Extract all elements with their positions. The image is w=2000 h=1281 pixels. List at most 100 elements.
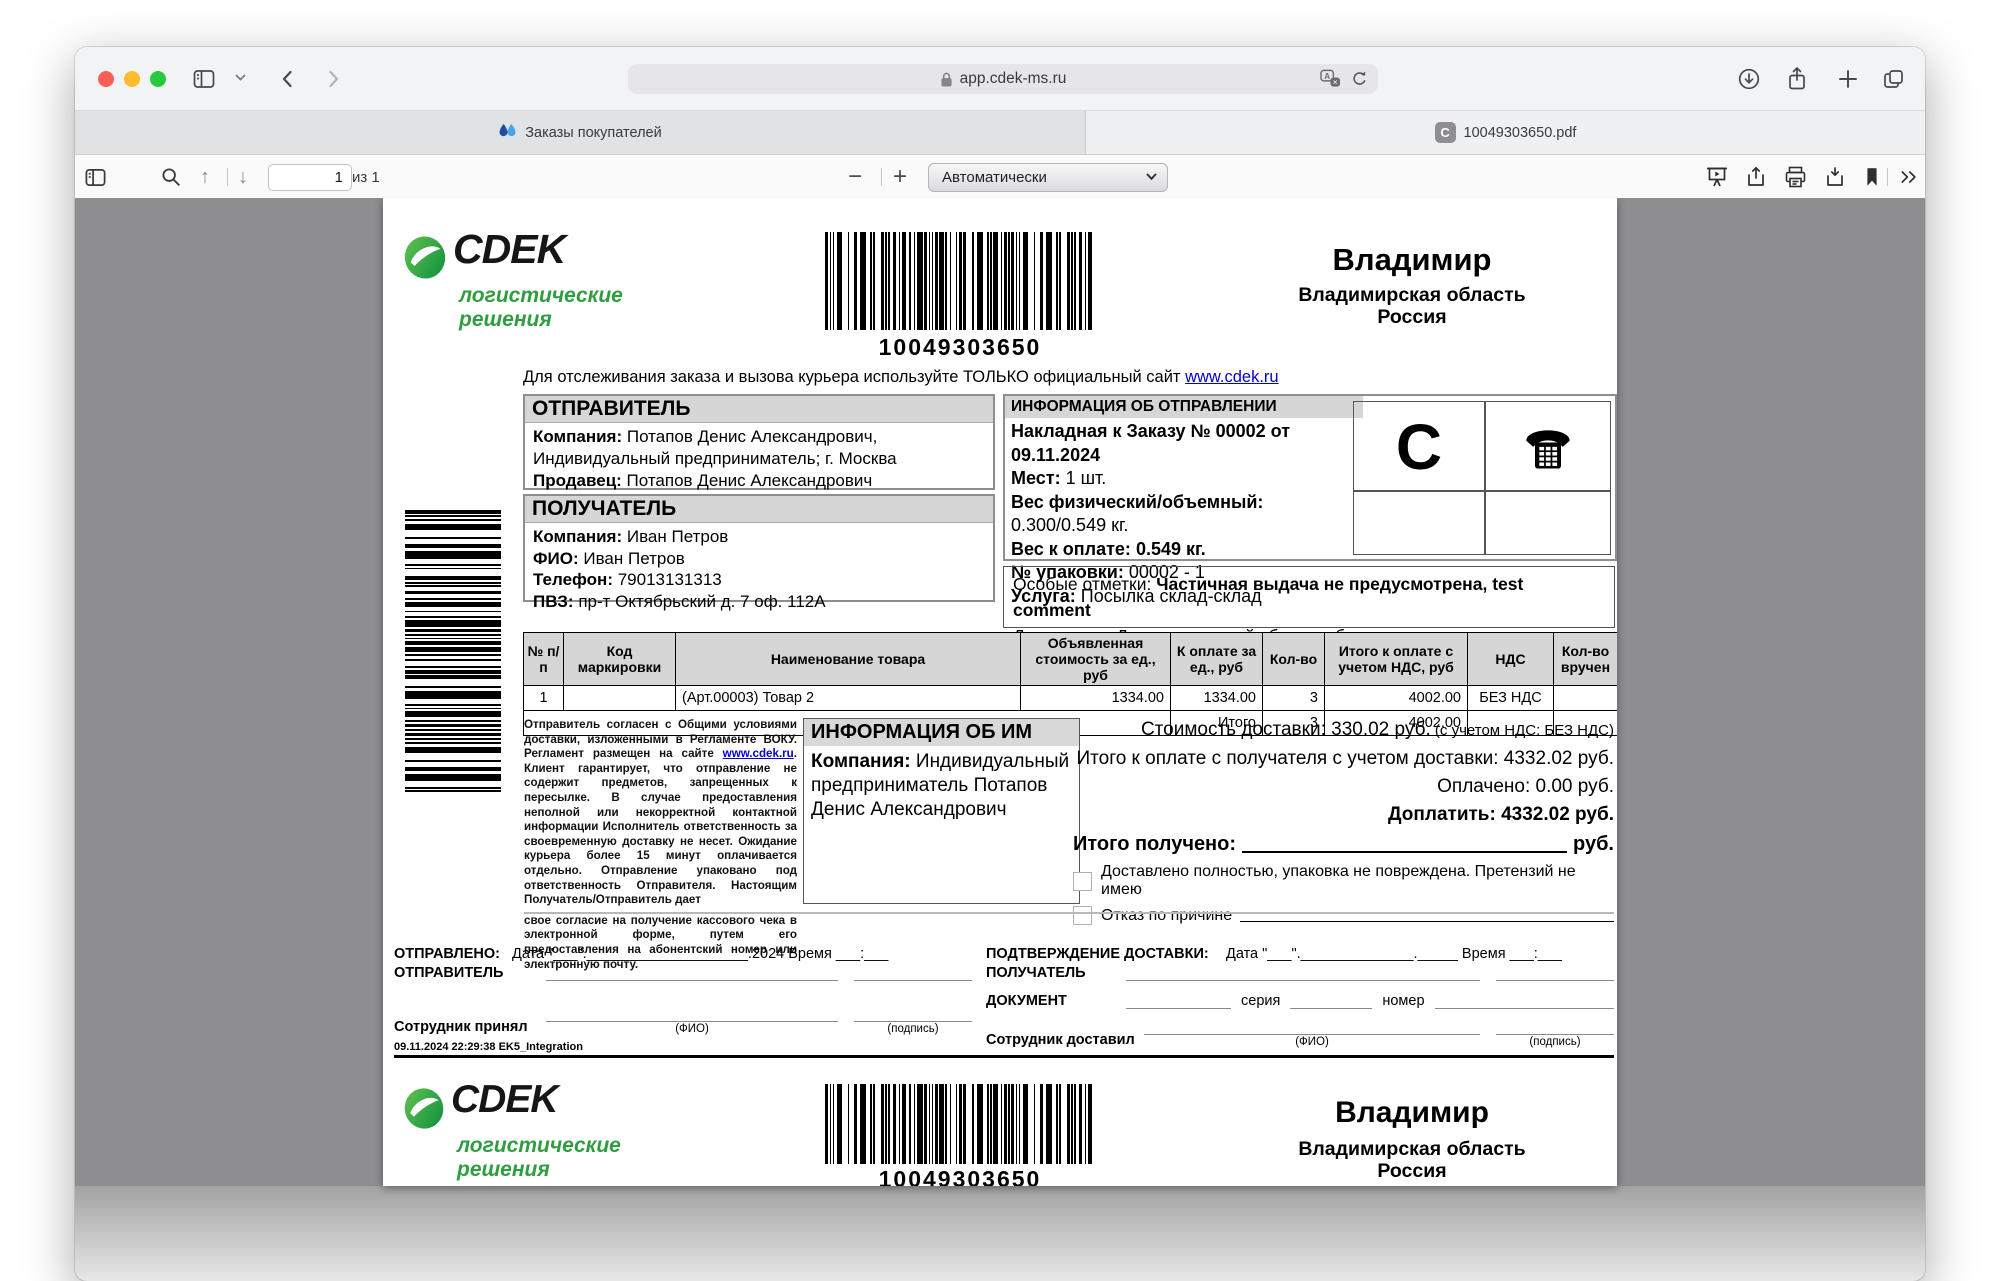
url-text: app.cdek-ms.ru: [960, 70, 1067, 88]
delivery-cost: Стоимость доставки: 330.02 руб.: [1141, 719, 1431, 740]
delivered-checkbox: [1073, 872, 1092, 891]
sidebar-toggle-button[interactable]: [192, 67, 216, 91]
destination-city: Владимир: [1262, 242, 1562, 278]
cdek-brand-text: CDEK: [453, 226, 565, 273]
paid-amount: Оплачено: 0.00 руб.: [1073, 773, 1614, 801]
destination-region: Владимирская область: [1262, 284, 1562, 306]
zoom-mode-value: Автоматически: [942, 169, 1047, 186]
tab-orders[interactable]: Заказы покупателей: [75, 111, 1085, 154]
cdek-logo-icon: [402, 234, 448, 286]
forward-button[interactable]: [322, 66, 344, 92]
payment-summary: Стоимость доставки: 330.02 руб. (с учето…: [1073, 716, 1614, 925]
more-tools-button[interactable]: [1898, 155, 1920, 199]
close-window-button[interactable]: [98, 71, 114, 87]
receiver-rows: Компания: Иван ПетровФИО: Иван ПетровТел…: [525, 523, 993, 615]
info-row: Вес к оплате: 0.549 кг.: [1011, 538, 1359, 562]
tracking-number: 10049303650: [825, 334, 1095, 361]
chevron-down-icon: [1146, 173, 1157, 181]
sidebar-chevron-down-icon[interactable]: [235, 74, 246, 82]
refusal-checkbox: [1073, 906, 1092, 925]
print-button[interactable]: [1783, 155, 1808, 199]
sender-box: ОТПРАВИТЕЛЬ Компания: Потапов Денис Алек…: [523, 394, 995, 490]
pdf-favicon-icon: C: [1435, 122, 1456, 143]
side-barcode: [405, 510, 501, 792]
cargo-mark-grid: C: [1353, 401, 1611, 555]
tab-orders-label: Заказы покупателей: [525, 125, 661, 141]
save-file-button[interactable]: [1823, 155, 1847, 199]
open-file-button[interactable]: [1744, 155, 1768, 199]
address-bar[interactable]: app.cdek-ms.ru A✕: [628, 64, 1378, 94]
generation-stamp: 09.11.2024 22:29:38 EK5_Integration: [394, 1041, 583, 1053]
info-row: Вес физический/объемный: 0.300/0.549 кг.: [1011, 491, 1359, 538]
zoom-window-button[interactable]: [150, 71, 166, 87]
presentation-mode-button[interactable]: [1705, 155, 1729, 199]
total-with-delivery: Итого к оплате с получателя с учетом дос…: [1073, 745, 1614, 773]
destination-block: Владимир Владимирская область Россия: [1262, 242, 1562, 328]
svg-text:✕: ✕: [1332, 79, 1338, 86]
new-tab-button[interactable]: [1836, 67, 1860, 91]
bookmark-icon[interactable]: [1861, 155, 1883, 199]
info-row: ФИО: Иван Петров: [533, 548, 985, 570]
tracking-barcode: [825, 232, 1095, 330]
receiver-title: ПОЛУЧАТЕЛЬ: [525, 496, 993, 523]
safari-window: app.cdek-ms.ru A✕: [75, 47, 1925, 1281]
cdek-site-link-terms[interactable]: www.cdek.ru: [723, 747, 794, 760]
sent-date-line: Дата "___".____________________.2024 Вре…: [512, 946, 888, 962]
page-number-input[interactable]: [268, 164, 352, 191]
minimize-window-button[interactable]: [124, 71, 140, 87]
shipment-info-title: ИНФОРМАЦИЯ ОБ ОТПРАВЛЕНИИ: [1005, 396, 1363, 418]
confirm-date-line: Дата "___".______________._____ Время __…: [1226, 946, 1562, 962]
share-icon[interactable]: [1785, 65, 1809, 92]
pdf-toolbar: ↑ ↓ из 1 − + Автоматически: [75, 155, 1925, 200]
browser-title-bar: app.cdek-ms.ru A✕: [75, 47, 1925, 111]
tab-strip: Заказы покупателей C 10049303650.pdf: [75, 111, 1925, 155]
terms-text: Отправитель согласен с Общими условиями …: [524, 718, 797, 972]
info-row: Продавец: Потапов Денис Александрович: [533, 470, 985, 492]
im-info-title: ИНФОРМАЦИЯ ОБ ИМ: [804, 719, 1079, 746]
viewport-below-page: [75, 1186, 1925, 1281]
waybill-page: CDEK логистическиерешения 10049303650 Вл…: [383, 198, 1617, 1186]
cdek-site-link[interactable]: www.cdek.ru: [1185, 368, 1279, 386]
table-header-cell: Кол-во вручен: [1554, 633, 1618, 686]
delivery-cost-note: (с учетом НДС: БЕЗ НДС): [1431, 722, 1614, 739]
delivered-checkbox-row: Доставлено полностью, упаковка не повреж…: [1073, 863, 1614, 899]
tracking-notice: Для отслеживания заказа и вызова курьера…: [523, 368, 1279, 387]
downloads-button[interactable]: [1737, 67, 1761, 91]
table-header-cell: Объявленная стоимость за ед., руб: [1021, 633, 1171, 686]
info-row: Накладная к Заказу № 00002 от 09.11.2024: [1011, 420, 1359, 467]
info-row: Компания: Иван Петров: [533, 526, 985, 548]
due-amount: Доплатить: 4332.02 руб.: [1073, 801, 1614, 829]
info-row: Компания: Потапов Денис Александрович, И…: [533, 426, 985, 470]
table-header-cell: Наименование товара: [676, 633, 1021, 686]
section-divider: [524, 912, 1614, 914]
table-header-cell: Итого к оплате с учетом НДС, руб: [1325, 633, 1468, 686]
zoom-mode-select[interactable]: Автоматически: [928, 163, 1168, 192]
delivered-checkbox-label: Доставлено полностью, упаковка не повреж…: [1101, 863, 1614, 899]
im-info-box: ИНФОРМАЦИЯ ОБ ИМ Компания: Индивидуальны…: [803, 718, 1080, 904]
pdf-search-icon[interactable]: [160, 155, 182, 199]
pdf-sidebar-toggle-button[interactable]: [84, 155, 107, 199]
cargo-letter: C: [1354, 404, 1484, 490]
tab-overview-button[interactable]: [1881, 67, 1906, 91]
received-total-row: Итого получено: руб.: [1073, 833, 1614, 856]
table-header-cell: НДС: [1468, 633, 1554, 686]
table-header-cell: Код маркировки: [564, 633, 676, 686]
zoom-out-button[interactable]: −: [848, 155, 862, 199]
back-button[interactable]: [277, 66, 299, 92]
refusal-checkbox-label: Отказ по причине: [1101, 907, 1232, 925]
previous-page-button[interactable]: ↑: [200, 155, 210, 199]
next-page-button[interactable]: ↓: [238, 155, 248, 199]
sender-title: ОТПРАВИТЕЛЬ: [525, 396, 993, 423]
pdf-viewport[interactable]: CDEK логистическиерешения 10049303650 Вл…: [75, 198, 1925, 1281]
destination-block-2: Владимир Владимирская область Россия: [1262, 1096, 1562, 1182]
zoom-in-button[interactable]: +: [893, 155, 907, 199]
info-row: Мест: 1 шт.: [1011, 467, 1359, 491]
moysklad-favicon-icon: [498, 123, 517, 143]
tab-pdf[interactable]: C 10049303650.pdf: [1085, 111, 1925, 154]
translate-icon[interactable]: A✕: [1320, 69, 1341, 93]
special-marks-box: Особые отметки: Частичная выдача не пред…: [1003, 566, 1615, 628]
page-total-label: из 1: [352, 155, 380, 199]
reload-icon[interactable]: [1351, 70, 1368, 93]
tracking-number-2: 10049303650: [825, 1166, 1095, 1186]
info-row: Телефон: 79013131313: [533, 569, 985, 591]
